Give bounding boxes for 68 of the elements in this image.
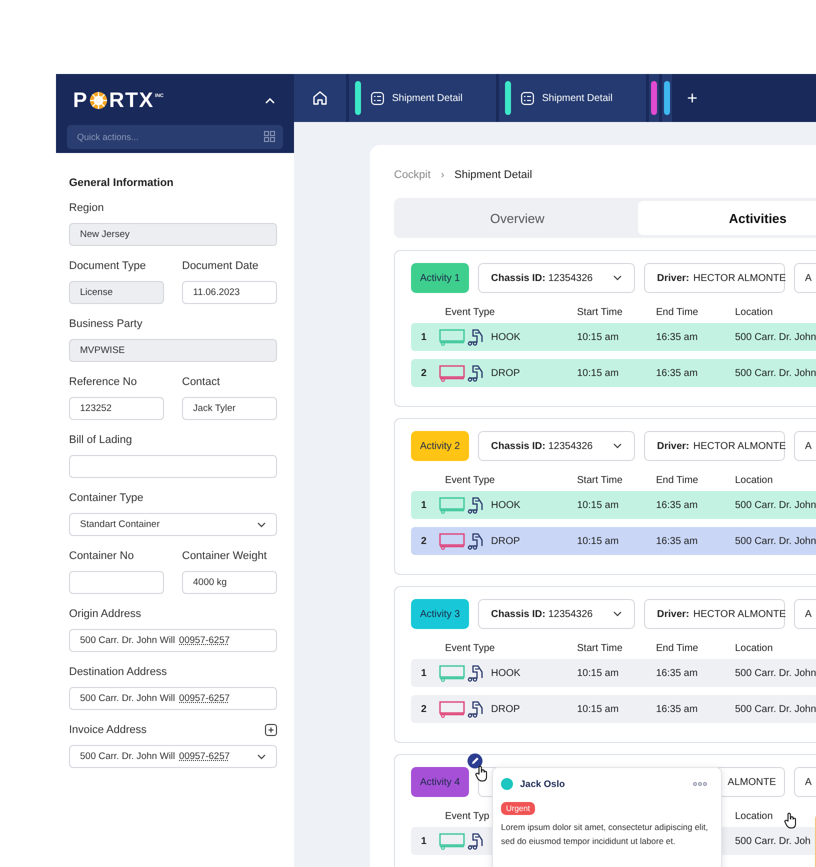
end-time: 16:35 am bbox=[656, 332, 698, 342]
start-time: 10:15 am bbox=[577, 332, 619, 342]
event-type: HOOK bbox=[491, 332, 520, 342]
field-label: Invoice Address bbox=[69, 724, 147, 736]
form-field: MVPWISE bbox=[69, 339, 277, 362]
start-time: 10:15 am bbox=[577, 704, 619, 714]
column-header: Event Type bbox=[444, 306, 496, 318]
field-label: Reference No bbox=[69, 376, 137, 388]
column-header: Location bbox=[735, 474, 773, 486]
location-cell: 500 Carr. Dr. John bbox=[735, 704, 816, 714]
row-number: 1 bbox=[420, 668, 428, 678]
row-number: 1 bbox=[420, 332, 428, 342]
row-number: 2 bbox=[420, 536, 428, 546]
form-field: New Jersey bbox=[69, 223, 277, 246]
field-label: Container Weight bbox=[182, 550, 267, 562]
field-label: Origin Address bbox=[69, 608, 142, 620]
column-header: Start Time bbox=[577, 474, 623, 486]
field-label: Document Type bbox=[69, 260, 146, 272]
row-number: 1 bbox=[420, 500, 428, 510]
start-time: 10:15 am bbox=[577, 668, 619, 678]
priority-tag: Urgent bbox=[501, 802, 536, 815]
row-number: 2 bbox=[420, 704, 428, 714]
location-cell-text: 500 Carr. Dr. Joh bbox=[735, 836, 812, 846]
row-number: 1 bbox=[420, 836, 428, 846]
form-field: License bbox=[69, 281, 164, 304]
row-number: 2 bbox=[420, 368, 428, 378]
location-cell: 500 Carr. Dr. John bbox=[735, 332, 816, 342]
location-cell: 500 Carr. Dr. John bbox=[735, 536, 816, 546]
column-header: Event Type bbox=[444, 642, 496, 654]
field-label: Business Party bbox=[69, 318, 142, 330]
field-label: Region bbox=[69, 202, 104, 214]
column-header: End Time bbox=[656, 306, 698, 318]
field-label: Contact bbox=[182, 376, 220, 388]
event-type: DROP bbox=[491, 536, 520, 546]
end-time: 16:35 am bbox=[656, 668, 698, 678]
field-label: Container Type bbox=[69, 492, 144, 504]
end-time: 16:35 am bbox=[656, 536, 698, 546]
start-time: 10:15 am bbox=[577, 500, 619, 510]
column-header: Event Type bbox=[444, 474, 496, 486]
column-header: End Time bbox=[656, 642, 698, 654]
column-header: End Time bbox=[656, 474, 698, 486]
portx-logo: P RTX$^{INC}$ bbox=[73, 88, 164, 112]
column-header: Location bbox=[735, 642, 773, 654]
start-time: 10:15 am bbox=[577, 536, 619, 546]
section-title: General Information bbox=[69, 177, 175, 189]
start-time: 10:15 am bbox=[577, 368, 619, 378]
author-name: Jack Oslo bbox=[520, 778, 566, 790]
column-header: Start Time bbox=[577, 642, 623, 654]
location-cell: 500 Carr. Dr. John bbox=[735, 668, 816, 678]
event-type: HOOK bbox=[491, 500, 520, 510]
field-label: Bill of Lading bbox=[69, 434, 132, 446]
comment-text: Lorem ipsum dolor sit amet, consectetur adipiscing elit, sed do eiusmod tempor incididunt ut labore et. bbox=[501, 821, 709, 848]
column-header: Start Time bbox=[577, 306, 623, 318]
column-header: Location bbox=[735, 810, 773, 822]
field-label: Destination Address bbox=[69, 666, 167, 678]
end-time: 16:35 am bbox=[656, 704, 698, 714]
event-type: DROP bbox=[491, 704, 520, 714]
location-cell: 500 Carr. Dr. John bbox=[735, 500, 816, 510]
breadcrumb-separator: › bbox=[440, 169, 444, 181]
end-time: 16:35 am bbox=[656, 500, 698, 510]
end-time: 16:35 am bbox=[656, 368, 698, 378]
column-header: Event Typ bbox=[444, 810, 490, 822]
field-label: Document Date bbox=[182, 260, 258, 272]
column-header: Location bbox=[735, 306, 773, 318]
location-cell: 500 Carr. Dr. John bbox=[735, 368, 816, 378]
event-type: HOOK bbox=[491, 668, 520, 678]
field-label: Container No bbox=[69, 550, 134, 562]
event-type: DROP bbox=[491, 368, 520, 378]
